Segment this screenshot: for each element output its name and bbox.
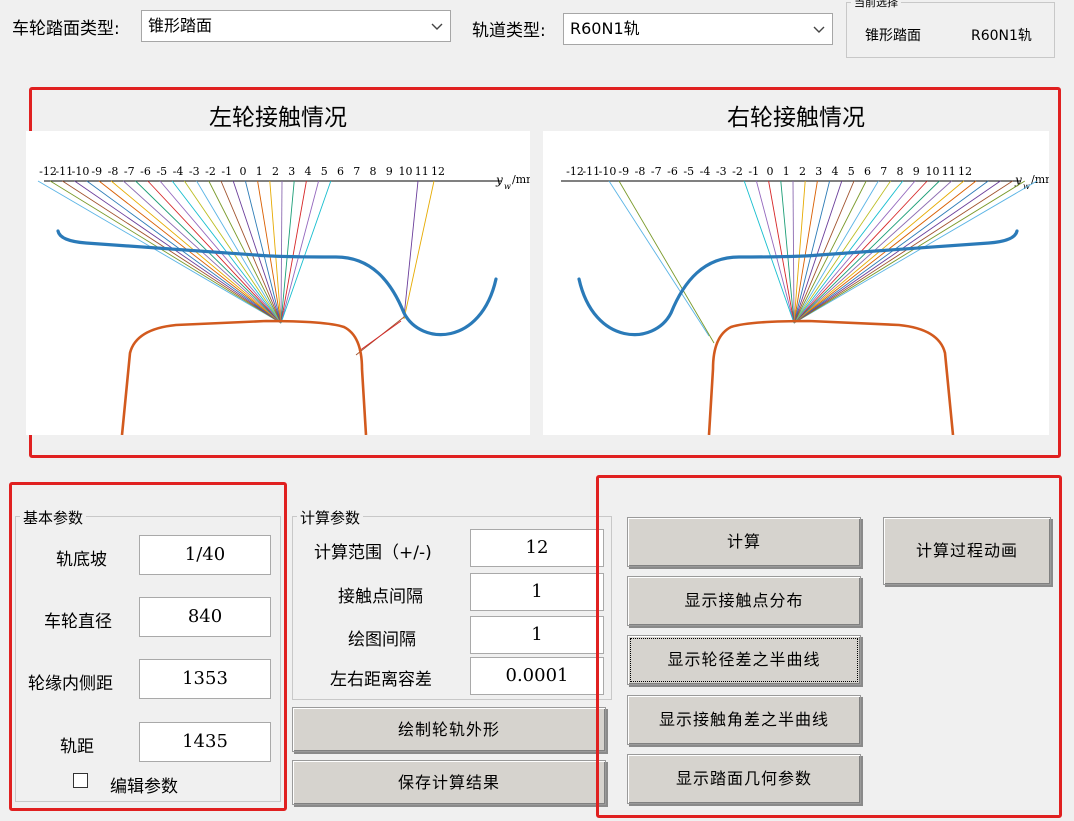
- calc-range-input[interactable]: 12: [470, 529, 604, 567]
- axis-tick-label: -1: [221, 165, 232, 178]
- current-selection-box: 当前选择 锥形踏面 R60N1轨: [846, 0, 1055, 58]
- show-contact-distribution-button[interactable]: 显示接触点分布: [627, 576, 861, 626]
- axis-tick-label: -7: [124, 165, 135, 178]
- axis-tick-label: 0: [240, 165, 247, 178]
- axis-tick-label: 1: [783, 165, 790, 178]
- track-gauge-input[interactable]: 1435: [139, 722, 271, 762]
- calc-params-title: 计算参数: [297, 507, 364, 528]
- axis-unit-label: /mm: [1031, 173, 1049, 186]
- axis-tick-label: -11: [55, 165, 73, 178]
- plot-interval-input[interactable]: 1: [470, 616, 604, 654]
- axis-tick-label: 2: [799, 165, 806, 178]
- axis-tick-label: 8: [370, 165, 377, 178]
- axis-tick-label: 2: [272, 165, 279, 178]
- axis-tick-label: -10: [72, 165, 90, 178]
- axis-tick-label: 10: [399, 165, 413, 178]
- current-wheel-value: 锥形踏面: [865, 28, 921, 44]
- calc-range-label: 计算范围（+/-): [314, 543, 432, 563]
- wheel-diameter-label: 车轮直径: [44, 612, 112, 632]
- rail-cant-label: 轨底坡: [56, 550, 107, 570]
- axis-tick-label: -2: [205, 165, 216, 178]
- axis-subscript-label: w: [504, 182, 511, 191]
- axis-tick-label: -9: [91, 165, 102, 178]
- axis-tick-label: -5: [156, 165, 167, 178]
- axis-tick-label: 6: [337, 165, 344, 178]
- axis-tick-label: 9: [386, 165, 393, 178]
- contact-interval-label: 接触点间隔: [338, 587, 423, 607]
- axis-tick-label: 4: [305, 165, 312, 178]
- flange-back-distance-input[interactable]: 1353: [139, 659, 271, 699]
- axis-tick-label: 7: [353, 165, 360, 178]
- axis-tick-label: -8: [108, 165, 119, 178]
- axis-tick-label: -7: [651, 165, 662, 178]
- axis-tick-label: -4: [173, 165, 184, 178]
- wheel-tread-type-label: 车轮踏面类型:: [12, 19, 120, 39]
- basic-params-title: 基本参数: [20, 507, 87, 528]
- track-type-label: 轨道类型:: [472, 21, 546, 41]
- track-type-value: R60N1轨: [570, 19, 640, 38]
- axis-tick-label: -12: [39, 165, 57, 178]
- axis-tick-label: -2: [732, 165, 743, 178]
- axis-tick-label: -1: [748, 165, 759, 178]
- axis-tick-label: 4: [832, 165, 839, 178]
- wheel-tread-type-select[interactable]: 锥形踏面: [141, 10, 451, 42]
- lr-distance-tolerance-input[interactable]: 0.0001: [470, 657, 604, 695]
- plot-interval-label: 绘图间隔: [348, 630, 416, 650]
- edit-params-checkbox[interactable]: [73, 773, 88, 788]
- edit-params-label: 编辑参数: [110, 777, 178, 797]
- axis-tick-label: -8: [635, 165, 646, 178]
- rail-cant-input[interactable]: 1/40: [139, 535, 271, 575]
- show-tread-geometry-button[interactable]: 显示踏面几何参数: [627, 754, 861, 804]
- axis-tick-label: -3: [716, 165, 727, 178]
- right-plot-title: 右轮接触情况: [727, 105, 865, 131]
- chevron-down-icon: [813, 26, 825, 33]
- wheel-diameter-input[interactable]: 840: [139, 597, 271, 637]
- axis-subscript-label: w: [1023, 182, 1030, 191]
- axis-tick-label: 5: [848, 165, 855, 178]
- left-plot-title: 左轮接触情况: [209, 105, 347, 131]
- axis-tick-label: -12: [566, 165, 584, 178]
- flange-back-distance-label: 轮缘内侧距: [28, 674, 113, 694]
- axis-variable-label: y: [495, 173, 503, 187]
- draw-profile-button[interactable]: 绘制轮轨外形: [292, 707, 606, 752]
- axis-tick-label: -11: [582, 165, 600, 178]
- lr-distance-tolerance-label: 左右距离容差: [330, 670, 432, 690]
- save-results-button[interactable]: 保存计算结果: [292, 760, 606, 805]
- axis-tick-label: 11: [942, 165, 956, 178]
- axis-tick-label: 5: [321, 165, 328, 178]
- calculate-button[interactable]: 计算: [627, 517, 861, 567]
- axis-tick-label: 3: [288, 165, 295, 178]
- axis-tick-label: 12: [958, 165, 972, 178]
- axis-tick-label: 8: [897, 165, 904, 178]
- axis-tick-label: 1: [256, 165, 263, 178]
- axis-tick-label: -3: [189, 165, 200, 178]
- calc-animation-button[interactable]: 计算过程动画: [883, 517, 1051, 585]
- axis-tick-label: -9: [618, 165, 629, 178]
- axis-tick-label: -10: [599, 165, 617, 178]
- axis-tick-label: 3: [815, 165, 822, 178]
- axis-tick-label: 7: [880, 165, 887, 178]
- track-gauge-label: 轨距: [60, 737, 94, 757]
- axis-tick-label: 10: [926, 165, 940, 178]
- show-rolling-radius-diff-button[interactable]: 显示轮径差之半曲线: [627, 635, 861, 685]
- axis-tick-label: -4: [700, 165, 711, 178]
- chevron-down-icon: [431, 23, 443, 30]
- track-type-select[interactable]: R60N1轨: [563, 13, 833, 45]
- contact-interval-input[interactable]: 1: [470, 573, 604, 611]
- left-wheel-contact-plot: -12-11-10 -9 -8 -7 -6 -5 -4 -3 -2 -1 0 1 2 3 4 5 6 7 8 9 10 1…: [26, 131, 530, 435]
- axis-tick-label: -5: [683, 165, 694, 178]
- right-wheel-contact-plot: -12-11-10 -9 -8 -7 -6 -5 -4 -3 -2 -1 0 1 2 3 4 5 6 7 8 9 10 1…: [543, 131, 1049, 435]
- current-selection-title: 当前选择: [851, 0, 901, 10]
- wheel-tread-type-value: 锥形踏面: [148, 16, 213, 35]
- current-track-value: R60N1轨: [971, 28, 1032, 44]
- axis-tick-label: 9: [913, 165, 920, 178]
- axis-tick-label: -6: [140, 165, 151, 178]
- axis-tick-label: 6: [864, 165, 871, 178]
- axis-tick-label: 12: [431, 165, 445, 178]
- axis-tick-label: -6: [667, 165, 678, 178]
- show-contact-angle-diff-button[interactable]: 显示接触角差之半曲线: [627, 695, 861, 745]
- axis-unit-label: /mm: [512, 173, 530, 186]
- axis-tick-label: 0: [767, 165, 774, 178]
- axis-tick-label: 11: [415, 165, 429, 178]
